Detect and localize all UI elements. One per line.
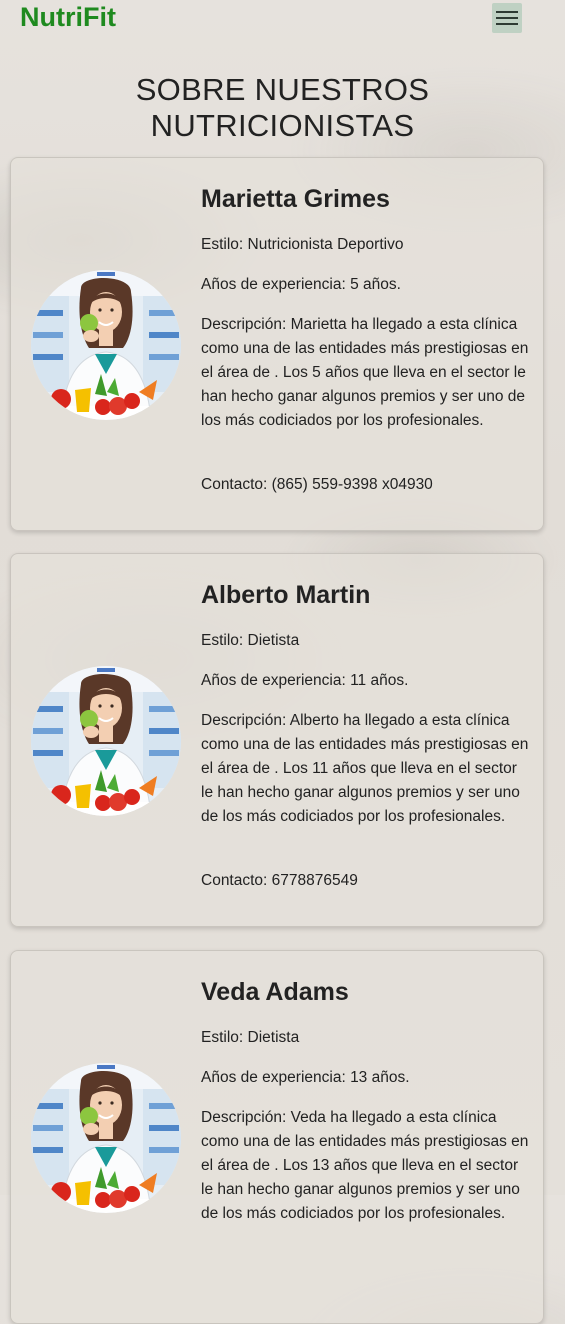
nutritionist-style: Estilo: Nutricionista Deportivo <box>201 236 404 253</box>
nutritionist-contact: Contacto: (865) 559-9398 x04930 <box>201 476 433 493</box>
page-title: SOBRE NUESTROS NUTRICIONISTAS <box>135 72 430 143</box>
nutritionist-experience: Años de experiencia: 5 años. <box>201 276 401 293</box>
nutritionist-name: Marietta Grimes <box>201 185 390 213</box>
nutritionist-card: Alberto Martin Estilo: Dietista Años de … <box>10 553 544 927</box>
nutritionist-description: Descripción: Alberto ha llegado a esta c… <box>201 712 529 825</box>
nutritionist-photo <box>31 270 181 420</box>
nutritionist-description: Descripción: Marietta ha llegado a esta … <box>201 316 529 429</box>
nutritionist-photo <box>31 666 181 816</box>
nutritionist-card: Marietta Grimes Estilo: Nutricionista De… <box>10 157 544 531</box>
brand-logo-link[interactable]: NutriFit <box>20 2 116 33</box>
hamburger-menu-icon[interactable] <box>492 3 522 33</box>
nutritionist-style: Estilo: Dietista <box>201 632 300 649</box>
nutritionist-experience: Años de experiencia: 11 años. <box>201 672 409 689</box>
nutritionist-experience: Años de experiencia: 13 años. <box>201 1069 410 1086</box>
nutritionist-card: Veda Adams Estilo: Dietista Años de expe… <box>10 950 544 1324</box>
nutritionist-name: Veda Adams <box>201 978 349 1006</box>
nutritionist-style: Estilo: Dietista <box>201 1029 300 1046</box>
hamburger-bar <box>496 23 518 25</box>
nutritionist-photo <box>31 1063 181 1213</box>
nutritionist-contact: Contacto: 6778876549 <box>201 872 358 889</box>
nutritionist-description: Descripción: Veda ha llegado a esta clín… <box>201 1109 529 1222</box>
hamburger-bar <box>496 17 518 19</box>
navbar: NutriFit <box>0 0 565 40</box>
nutritionist-name: Alberto Martin <box>201 581 371 609</box>
hamburger-bar <box>496 11 518 13</box>
